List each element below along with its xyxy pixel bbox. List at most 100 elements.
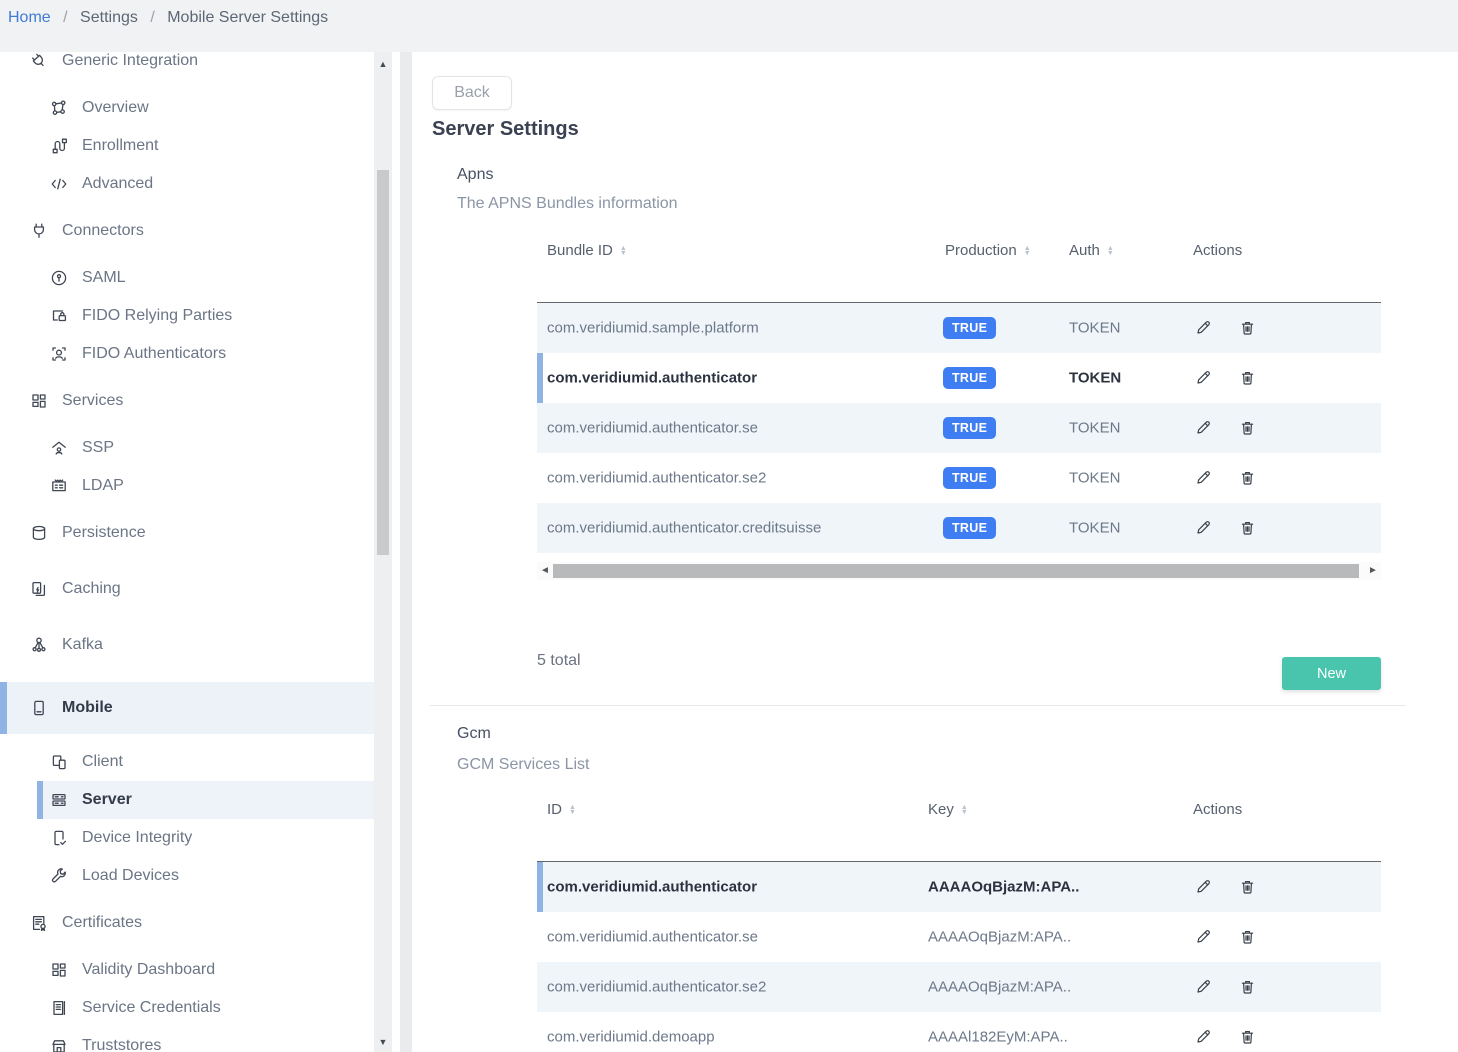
delete-button[interactable] [1237,927,1257,947]
apns-table-row[interactable]: com.veridiumid.authenticator.seTRUETOKEN [537,403,1381,453]
column-header-id[interactable]: ID▲▼ [547,801,576,818]
key-cell: AAAAOqBjazM:APA.. [928,929,1071,946]
sidebar-item-overview[interactable]: Overview [0,89,374,127]
edit-button[interactable] [1193,318,1213,338]
new-button[interactable]: New [1282,657,1381,690]
sidebar-item-load-devices[interactable]: Load Devices [0,857,374,895]
screen-lock-icon [50,307,68,325]
sort-icon: ▲▼ [1107,246,1114,256]
apns-table-row[interactable]: com.veridiumid.sample.platformTRUETOKEN [537,303,1381,353]
edit-button[interactable] [1193,977,1213,997]
sidebar-item-services[interactable]: Services [0,382,374,420]
sidebar-scrollbar[interactable]: ▲ ▼ [374,52,392,1052]
column-header-auth[interactable]: Auth ▲▼ [1069,242,1114,259]
sidebar-item-client[interactable]: Client [0,743,374,781]
edit-button[interactable] [1193,1027,1213,1047]
sidebar-item-server[interactable]: Server [37,781,374,819]
edit-button[interactable] [1193,518,1213,538]
actions-cell [1193,368,1257,388]
gcm-table-row[interactable]: com.veridiumid.demoappAAAAl182EyM:APA.. [537,1012,1381,1052]
sidebar-item-kafka[interactable]: Kafka [0,626,374,664]
breadcrumb-current-page: Mobile Server Settings [167,9,328,26]
bundle-id-cell: com.veridiumid.authenticator.se2 [547,470,766,487]
pencil-icon [1194,375,1213,390]
sidebar-item-fido-relying-parties[interactable]: FIDO Relying Parties [0,297,374,335]
person-home-icon [50,439,68,457]
sidebar-item-label: Server [82,791,132,809]
production-cell: TRUE [943,367,996,389]
production-cell: TRUE [943,467,996,489]
sidebar-item-device-integrity[interactable]: Device Integrity [0,819,374,857]
sidebar-item-caching[interactable]: Caching [0,570,374,608]
scroll-left-arrow-icon[interactable]: ◄ [539,562,551,580]
back-button[interactable]: Back [432,76,512,110]
sidebar-item-mobile[interactable]: Mobile [0,682,374,734]
gcm-table-header: ID▲▼ Key▲▼ Actions [537,801,1381,827]
sidebar-item-service-credentials[interactable]: Service Credentials [0,989,374,1027]
column-header-production[interactable]: Production▲▼ [945,242,1031,259]
sidebar-item-connectors[interactable]: Connectors [0,212,374,250]
edit-button[interactable] [1193,927,1213,947]
sidebar-item-ldap[interactable]: LDAP [0,467,374,505]
delete-button[interactable] [1237,518,1257,538]
horizontal-scrollbar-thumb[interactable] [553,564,1359,578]
delete-button[interactable] [1237,977,1257,997]
delete-button[interactable] [1237,318,1257,338]
sidebar-item-label: Kafka [62,636,103,654]
sidebar-item-fido-authenticators[interactable]: FIDO Authenticators [0,335,374,373]
edit-button[interactable] [1193,468,1213,488]
sidebar-item-label: Generic Integration [62,52,198,70]
network-icon [50,99,68,117]
sidebar-item-saml[interactable]: SAML [0,259,374,297]
column-header-actions: Actions [1193,242,1242,259]
delete-button[interactable] [1237,468,1257,488]
apns-table-row[interactable]: com.veridiumid.authenticatorTRUETOKEN [537,353,1381,403]
edit-button[interactable] [1193,368,1213,388]
id-cell: com.veridiumid.authenticator.se [547,929,758,946]
sidebar-item-truststores[interactable]: Truststores [0,1027,374,1052]
production-true-badge: TRUE [943,367,996,389]
breadcrumb-separator: / [63,9,67,26]
delete-button[interactable] [1237,368,1257,388]
delete-button[interactable] [1237,1027,1257,1047]
column-label: Auth [1069,242,1100,259]
column-header-key[interactable]: Key▲▼ [928,801,968,818]
scroll-right-arrow-icon[interactable]: ► [1367,562,1379,580]
breadcrumb-home-link[interactable]: Home [8,9,51,26]
sidebar-item-advanced[interactable]: Advanced [0,165,374,203]
sidebar-item-enrollment[interactable]: Enrollment [0,127,374,165]
gcm-table-row[interactable]: com.veridiumid.authenticatorAAAAOqBjazM:… [537,862,1381,912]
sidebar-item-persistence[interactable]: Persistence [0,514,374,552]
column-label: Production [945,242,1017,259]
horizontal-scrollbar[interactable]: ◄ ► [537,562,1381,580]
pencil-icon [1194,525,1213,540]
scroll-down-arrow-icon[interactable]: ▼ [374,1034,392,1050]
apns-table-row[interactable]: com.veridiumid.authenticator.creditsuiss… [537,503,1381,553]
bundle-id-cell: com.veridiumid.authenticator.se [547,420,758,437]
selected-row-indicator [537,862,543,912]
delete-button[interactable] [1237,418,1257,438]
sidebar-scrollbar-thumb[interactable] [377,170,389,555]
sidebar-item-label: Validity Dashboard [82,961,215,979]
edit-button[interactable] [1193,418,1213,438]
apns-table-row[interactable]: com.veridiumid.authenticator.se2TRUETOKE… [537,453,1381,503]
column-header-bundle-id[interactable]: Bundle ID▲▼ [547,242,627,259]
section-divider [430,705,1406,706]
gcm-table-row[interactable]: com.veridiumid.authenticator.se AAAAOqBja… [537,912,1381,962]
auth-cell: TOKEN [1069,520,1120,537]
scroll-up-arrow-icon[interactable]: ▲ [374,56,392,72]
sidebar-item-generic-integration[interactable]: Generic Integration [0,52,374,80]
sidebar-item-ssp[interactable]: SSP [0,429,374,467]
document-icon [50,999,68,1017]
sidebar-item-certificates[interactable]: Certificates [0,904,374,942]
sidebar-item-label: Enrollment [82,137,158,155]
delete-button[interactable] [1237,877,1257,897]
sidebar-item-validity-dashboard[interactable]: Validity Dashboard [0,951,374,989]
actions-cell [1193,927,1257,947]
bundle-id-cell: com.veridiumid.authenticator [547,370,757,387]
page-title: Server Settings [432,118,579,141]
edit-button[interactable] [1193,877,1213,897]
column-label: ID [547,801,562,818]
gcm-table-row[interactable]: com.veridiumid.authenticator.se2AAAAOqBj… [537,962,1381,1012]
column-label: Key [928,801,954,818]
